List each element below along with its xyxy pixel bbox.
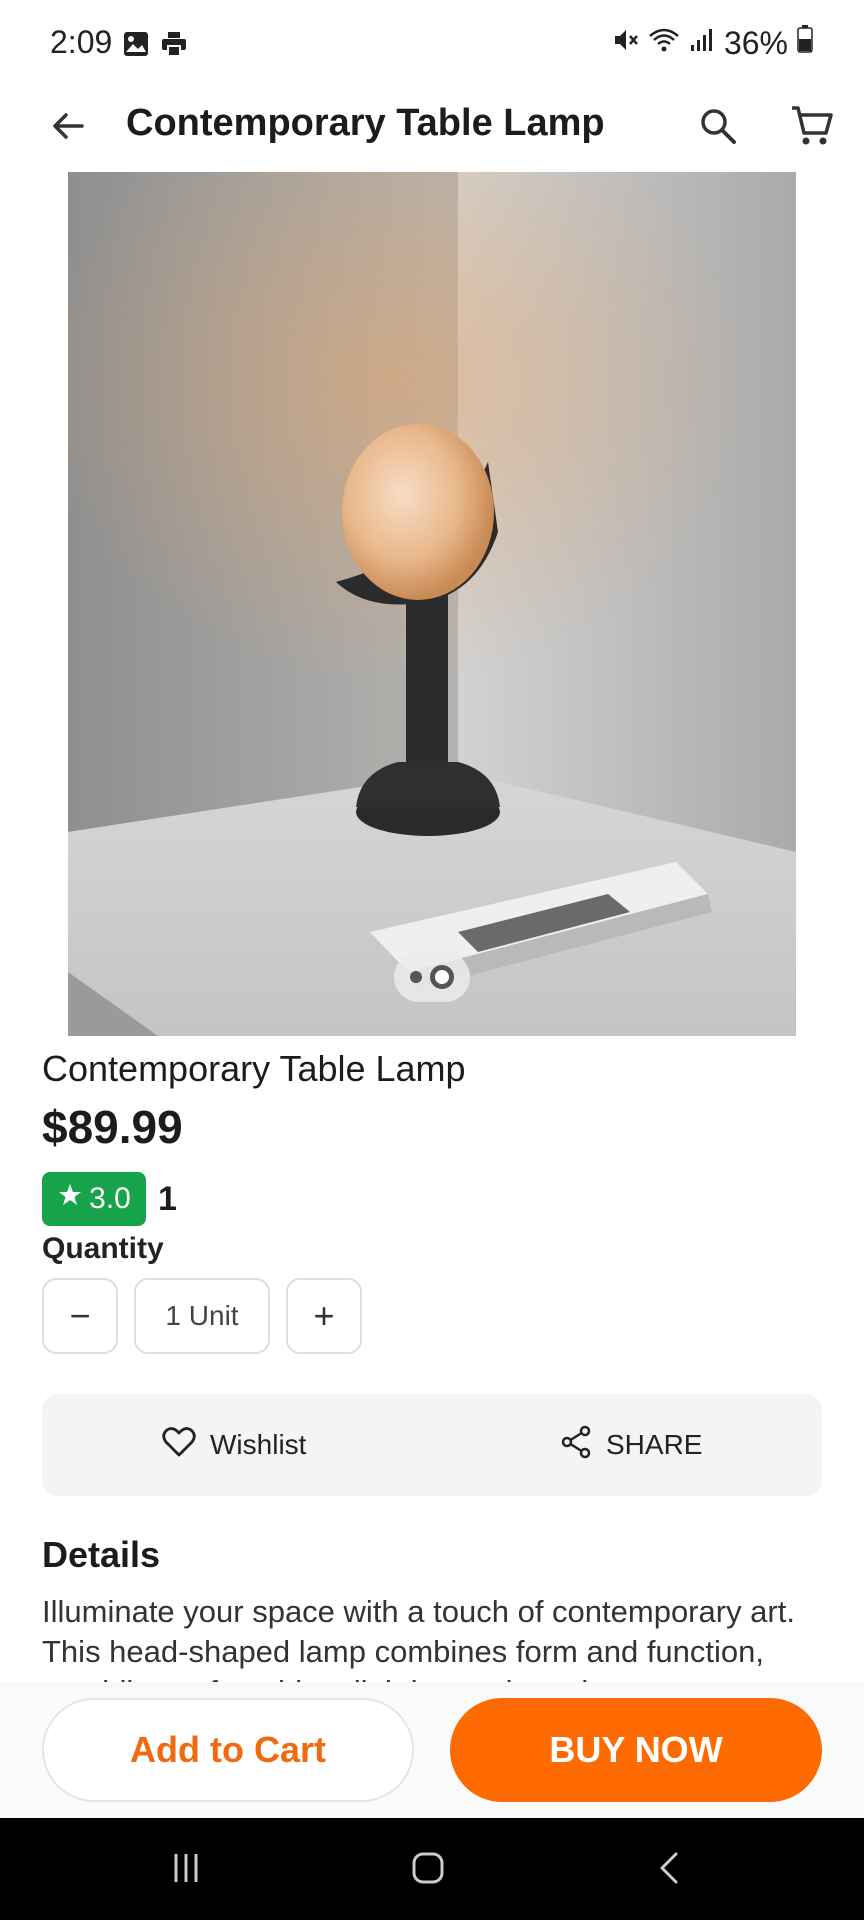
share-button[interactable]: SHARE: [560, 1394, 702, 1496]
search-icon: [697, 105, 739, 152]
image-carousel-indicator[interactable]: [394, 952, 470, 1002]
carousel-dot-1[interactable]: [410, 971, 422, 983]
buy-now-button[interactable]: BUY NOW: [450, 1698, 822, 1802]
add-to-cart-button[interactable]: Add to Cart: [42, 1698, 414, 1802]
product-name: Contemporary Table Lamp: [42, 1048, 466, 1089]
wishlist-button[interactable]: Wishlist: [162, 1394, 306, 1496]
rating-badge: 3.0: [42, 1172, 146, 1226]
cart-button[interactable]: [780, 96, 844, 160]
quantity-label: Quantity: [42, 1232, 164, 1265]
back-arrow-icon: [48, 106, 88, 151]
product-image[interactable]: [68, 172, 796, 1036]
status-time: 2:09: [50, 24, 113, 60]
system-back-icon: [652, 1850, 688, 1891]
recents-icon: [168, 1850, 204, 1891]
quantity-value: 1 Unit: [134, 1278, 270, 1354]
recents-button[interactable]: [156, 1842, 216, 1898]
wishlist-label: Wishlist: [210, 1429, 307, 1460]
battery-percent: 36%: [723, 24, 788, 61]
rating-count: 1: [158, 1179, 177, 1218]
details-description: Illuminate your space with a touch of co…: [42, 1594, 795, 1682]
back-button[interactable]: [36, 96, 100, 160]
status-system-icons: 36%: [612, 24, 814, 62]
system-nav-bar: [0, 1818, 864, 1920]
wifi-icon: [648, 25, 680, 62]
quantity-increase-button[interactable]: +: [286, 1278, 362, 1354]
rating-row: 3.0 1: [42, 1172, 177, 1226]
share-icon: [560, 1425, 592, 1466]
carousel-dot-2-active[interactable]: [430, 965, 454, 989]
home-button[interactable]: [398, 1842, 458, 1898]
product-price: $89.99: [42, 1101, 183, 1153]
printer-icon: [160, 30, 188, 63]
search-button[interactable]: [686, 96, 750, 160]
mute-icon: [612, 25, 640, 62]
details-heading: Details: [42, 1534, 161, 1575]
battery-icon: [796, 24, 814, 62]
status-bar: 2:09 36%: [0, 0, 864, 88]
signal-icon: [688, 25, 716, 62]
gallery-icon: [122, 30, 150, 63]
actions-row: Wishlist SHARE: [42, 1394, 822, 1496]
rating-value: 3.0: [89, 1182, 131, 1215]
bottom-action-bar: Add to Cart BUY NOW: [0, 1682, 864, 1818]
share-label: SHARE: [606, 1429, 703, 1460]
status-notification-icons: [122, 30, 188, 63]
quantity-decrease-button[interactable]: −: [42, 1278, 118, 1354]
star-icon: [57, 1182, 83, 1216]
heart-icon: [162, 1426, 196, 1465]
cart-icon: [789, 103, 835, 154]
system-back-button[interactable]: [640, 1842, 700, 1898]
page-title: Contemporary Table Lamp: [126, 102, 605, 144]
home-icon: [410, 1850, 446, 1891]
